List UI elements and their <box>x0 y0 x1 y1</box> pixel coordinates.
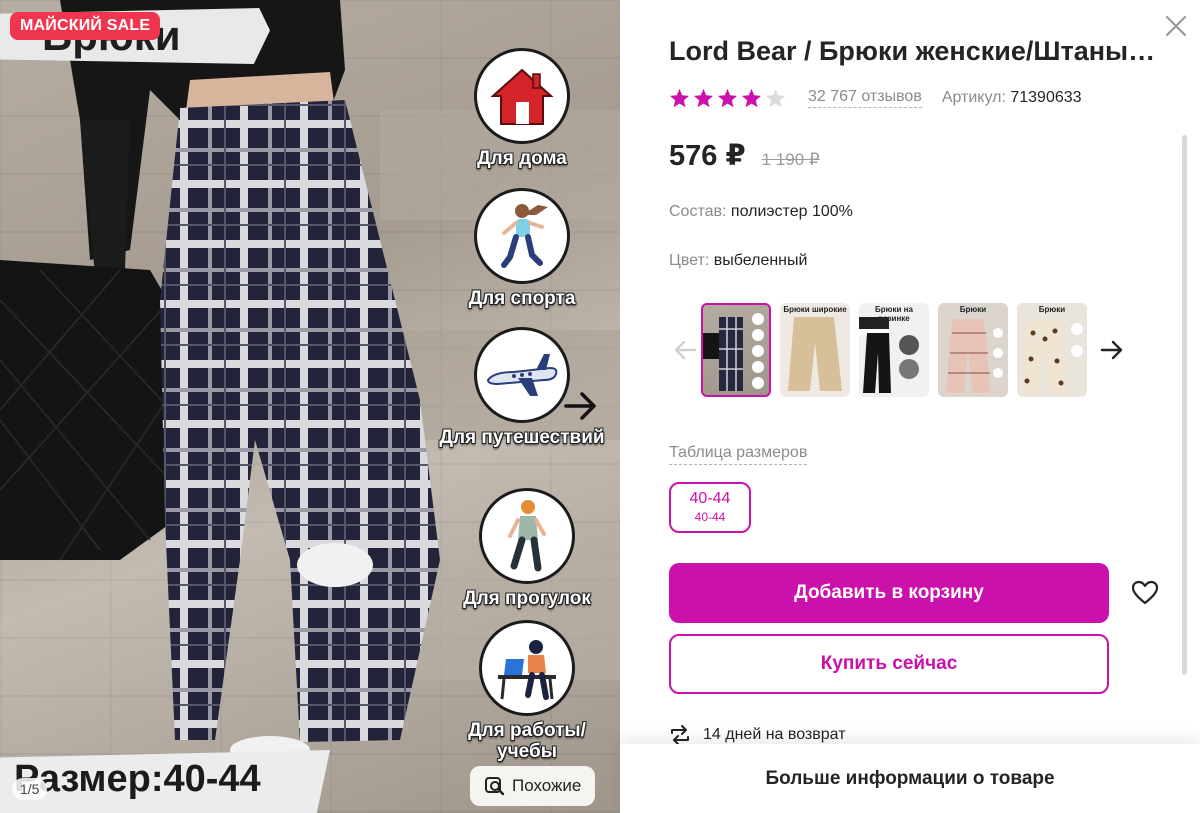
size-option-40-44[interactable]: 40-44 40-44 <box>669 482 751 533</box>
product-quick-view-modal: Брюки МАЙСКИЙ SALE Для дома <box>0 0 1200 813</box>
size-sublabel: 40-44 <box>694 510 726 524</box>
composition: Состав: полиэстер 100% <box>669 203 853 221</box>
similar-label: Похожие <box>512 776 582 795</box>
feature-home: Для дома <box>437 48 607 169</box>
close-icon <box>1165 15 1187 37</box>
thumbnail-item[interactable]: Брюки широкие <box>780 303 850 397</box>
thumbnail-title: Брюки <box>959 305 987 314</box>
old-price: 1 190 ₽ <box>761 150 820 169</box>
product-info-panel: Lord Bear / Брюки женские/Штаны спортивн… <box>620 0 1200 813</box>
color-value: выбеленный <box>713 252 808 269</box>
thumbnail-item[interactable]: Брюки <box>1017 303 1087 397</box>
feature-label: Для прогулок <box>463 588 591 609</box>
color-label: Цвет: <box>669 252 710 269</box>
rating-row: 32 767 отзывов Артикул: 71390633 <box>669 88 1082 108</box>
thumbnail-image <box>703 313 764 391</box>
arrow-right-icon <box>564 392 596 420</box>
article-number: Артикул: 71390633 <box>942 89 1082 107</box>
reviews-link[interactable]: 32 767 отзывов <box>808 88 922 108</box>
feature-label: Для работы/учебы <box>468 720 586 762</box>
thumbnail-item[interactable]: Брюки на резинке <box>859 303 929 397</box>
color: Цвет: выбеленный <box>669 252 807 270</box>
thumbnail-title: Брюки на резинке <box>875 305 913 323</box>
gallery-next-button[interactable] <box>563 388 599 424</box>
sale-badge: МАЙСКИЙ SALE <box>10 12 161 40</box>
close-button[interactable] <box>1164 14 1188 38</box>
size-table-link[interactable]: Таблица размеров <box>669 444 808 465</box>
composition-label: Состав: <box>669 203 727 220</box>
feature-walk: Для прогулок <box>442 488 612 609</box>
thumbnail-item[interactable]: Брюки <box>938 303 1008 397</box>
feature-work: Для работы/учебы <box>442 620 612 762</box>
scrollbar[interactable] <box>1182 135 1187 675</box>
walker-icon <box>479 488 575 584</box>
returns-info: 14 дней на возврат <box>669 724 846 746</box>
product-title[interactable]: Lord Bear / Брюки женские/Штаны спортивн… <box>669 36 1159 67</box>
similar-products-button[interactable]: Похожие <box>470 766 596 806</box>
feature-sport: Для спорта <box>437 188 607 309</box>
color-thumbnails: Брюки широкие Брюки на резинке Брюки Брю… <box>669 303 1128 397</box>
thumbnail-image <box>1021 319 1083 393</box>
thumbnail-item[interactable] <box>701 303 771 397</box>
article-value: 71390633 <box>1010 89 1082 106</box>
buy-now-button[interactable]: Купить сейчас <box>669 634 1109 694</box>
thumbnails-prev-button[interactable] <box>669 303 701 397</box>
feature-label: Для дома <box>477 148 567 169</box>
rating-stars <box>669 88 786 108</box>
image-counter: 1/5 <box>12 778 48 800</box>
star-empty-icon <box>765 88 786 108</box>
feature-label: Для путешествий <box>439 427 605 448</box>
star-filled-icon <box>741 88 762 108</box>
star-filled-icon <box>717 88 738 108</box>
size-banner-text: Размер:40-44 <box>14 758 261 800</box>
thumbnail-image <box>788 317 842 391</box>
search-similar-icon <box>485 777 505 796</box>
thumbnails-next-button[interactable] <box>1096 303 1128 397</box>
runner-icon <box>474 188 570 284</box>
returns-text: 14 дней на возврат <box>703 726 846 743</box>
article-label: Артикул: <box>941 89 1006 106</box>
size-label: 40-44 <box>689 490 731 507</box>
price-row: 576 ₽ 1 190 ₽ <box>669 138 820 173</box>
size-banner: Размер:40-44 <box>0 750 330 813</box>
laptop-desk-icon <box>479 620 575 716</box>
product-image-gallery[interactable]: Брюки МАЙСКИЙ SALE Для дома <box>0 0 620 813</box>
thumbnail-title: Брюки <box>1038 305 1066 314</box>
airplane-icon <box>474 327 570 423</box>
arrow-right-icon <box>1100 340 1123 360</box>
heart-icon <box>1131 580 1159 605</box>
composition-value: полиэстер 100% <box>730 203 853 220</box>
return-arrows-icon <box>671 725 689 745</box>
more-info-button[interactable]: Больше информации о товаре <box>620 744 1200 813</box>
arrow-left-icon <box>674 340 697 360</box>
current-price: 576 ₽ <box>669 140 746 172</box>
star-filled-icon <box>693 88 714 108</box>
thumbnail-title: Брюки широкие <box>783 305 847 314</box>
favorite-button[interactable] <box>1131 579 1159 607</box>
thumbnail-image <box>946 319 1003 393</box>
add-to-cart-button[interactable]: Добавить в корзину <box>669 563 1109 623</box>
star-filled-icon <box>669 88 690 108</box>
feature-label: Для спорта <box>468 288 576 309</box>
house-icon <box>474 48 570 144</box>
